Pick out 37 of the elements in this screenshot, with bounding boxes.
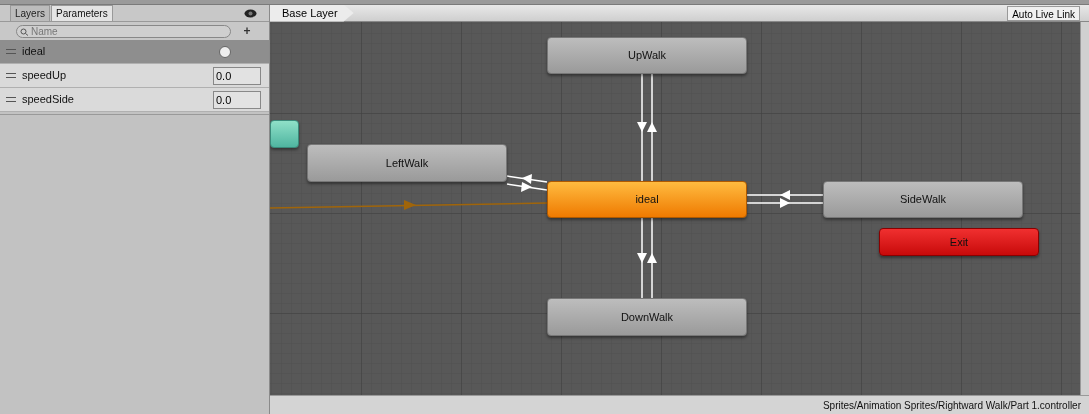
state-machine-graph[interactable]: UpWalk LeftWalk ideal SideWalk Exit DownWalk xyxy=(270,22,1080,395)
parameter-row[interactable]: ideal xyxy=(0,40,269,64)
scrollbar[interactable] xyxy=(1080,22,1089,395)
transition-arrow[interactable] xyxy=(637,217,647,299)
state-node[interactable]: DownWalk xyxy=(547,298,747,336)
file-path: Sprites/Animation Sprites/Rightward Walk/Part 1.controller xyxy=(822,398,1081,413)
transition-arrow[interactable] xyxy=(506,182,548,192)
transition-arrow[interactable] xyxy=(647,217,657,299)
auto-live-link-button[interactable]: Auto Live Link xyxy=(1007,5,1080,21)
search-icon xyxy=(20,27,29,36)
transition-arrow[interactable] xyxy=(647,73,657,182)
search-field[interactable]: Name xyxy=(16,24,231,38)
add-button[interactable]: + xyxy=(241,25,253,37)
parameter-row[interactable]: speedUp 0.0 xyxy=(0,64,269,88)
parameter-name: ideal xyxy=(22,44,47,60)
bool-toggle[interactable] xyxy=(219,45,231,58)
parameter-name: speedSide xyxy=(22,92,75,108)
panel-tab[interactable]: Layers xyxy=(10,5,50,21)
transition-arrow[interactable] xyxy=(746,190,824,200)
eye-icon[interactable] xyxy=(244,9,257,18)
value-field[interactable]: 0.0 xyxy=(213,90,261,109)
state-node[interactable]: UpWalk xyxy=(547,37,747,74)
state-node[interactable]: SideWalk xyxy=(823,181,1023,218)
parameter-name: speedUp xyxy=(22,68,68,84)
entry-node[interactable] xyxy=(270,120,299,148)
drag-handle-icon[interactable] xyxy=(6,73,16,78)
state-node[interactable]: LeftWalk xyxy=(307,144,507,182)
parameter-row[interactable]: speedSide 0.0 xyxy=(0,88,269,112)
drag-handle-icon[interactable] xyxy=(6,97,16,102)
exit-node[interactable]: Exit xyxy=(879,228,1039,256)
transition-arrow[interactable] xyxy=(746,198,824,208)
drag-handle-icon[interactable] xyxy=(6,49,16,54)
transition-arrow[interactable] xyxy=(506,174,548,184)
default-state-node[interactable]: ideal xyxy=(547,181,747,218)
transition-arrow[interactable] xyxy=(637,73,647,182)
panel-tab[interactable]: Parameters xyxy=(51,5,113,21)
value-field[interactable]: 0.0 xyxy=(213,66,261,85)
